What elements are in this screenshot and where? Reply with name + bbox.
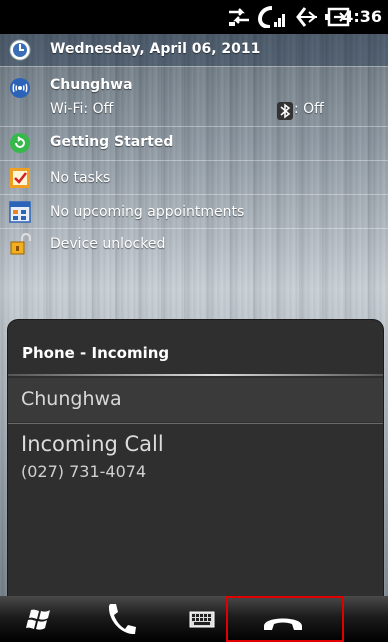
clock[interactable]: 4:36 <box>342 7 382 26</box>
date-label: Wednesday, April 06, 2011 <box>50 41 261 57</box>
device-lock-row[interactable]: Device unlocked <box>0 229 388 261</box>
title-divider <box>8 374 383 376</box>
signal-icon <box>258 6 285 28</box>
tasks-label: No tasks <box>50 170 111 186</box>
data-sync-icon <box>229 8 249 26</box>
panel-title: Phone - Incoming <box>22 344 170 362</box>
phone-answer-icon[interactable] <box>100 596 140 642</box>
bluetooth-status: : Off <box>294 101 324 117</box>
hangup-highlight <box>226 596 344 642</box>
appointments-row[interactable]: No upcoming appointments <box>0 195 388 227</box>
operator-name: Chunghwa <box>50 77 133 93</box>
operator-row[interactable]: Chunghwa Wi-Fi: Off : Off <box>0 67 388 125</box>
getting-started-label: Getting Started <box>50 134 174 150</box>
clock-icon <box>9 39 31 61</box>
windows-start-icon[interactable] <box>22 596 58 642</box>
getting-started-icon <box>10 133 30 153</box>
caller-name: Chunghwa <box>21 388 122 410</box>
incoming-call-panel: Phone - Incoming Chunghwa Incoming Call … <box>8 320 383 596</box>
keyboard-icon[interactable] <box>184 596 220 642</box>
device-lock-label: Device unlocked <box>50 236 166 252</box>
date-row[interactable]: Wednesday, April 06, 2011 <box>0 34 388 66</box>
today-screen: 4:36 Wednesday, April 06, 2011 Chunghwa … <box>0 0 388 642</box>
volume-icon <box>296 7 317 27</box>
tasks-row[interactable]: No tasks <box>0 161 388 193</box>
getting-started-row[interactable]: Getting Started <box>0 127 388 159</box>
status-bar[interactable]: 4:36 <box>0 0 388 34</box>
calendar-icon <box>9 201 31 223</box>
caller-number: (027) 731-4074 <box>21 462 147 481</box>
caller-divider <box>8 423 383 424</box>
padlock-open-icon <box>10 233 31 255</box>
appointments-label: No upcoming appointments <box>50 204 245 220</box>
tasks-icon <box>10 168 30 188</box>
wifi-status: Wi-Fi: Off <box>50 101 114 117</box>
incoming-call-label: Incoming Call <box>21 432 164 456</box>
bluetooth-icon <box>277 102 293 120</box>
wireless-manager-icon <box>10 78 30 98</box>
